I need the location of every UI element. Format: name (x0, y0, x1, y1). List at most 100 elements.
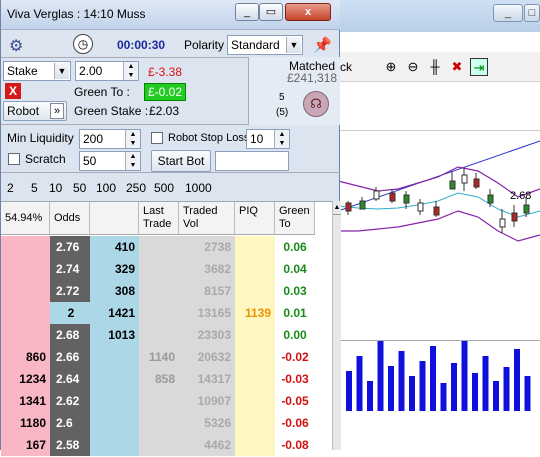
polarity-select[interactable]: Standard ▼ (227, 35, 303, 55)
menu-fragment: ck (340, 60, 352, 74)
stake-stepper[interactable]: ▲ ▼ (123, 62, 138, 80)
ladder-cell-lay[interactable] (1, 258, 50, 281)
ladder-cell-back[interactable]: 1013 (90, 324, 139, 347)
ladder-cell-back[interactable]: 410 (90, 236, 139, 259)
volume-bar (388, 366, 394, 411)
ladder-cell-back[interactable] (90, 346, 139, 369)
col-header-last[interactable]: Last Trade (139, 202, 179, 235)
matched-count: 5 (279, 92, 285, 103)
ladder-cell-traded: 4462 (179, 434, 235, 457)
candle-body (373, 190, 380, 200)
volume-bar (398, 351, 405, 411)
ladder-cell-lay[interactable]: 1180 (1, 412, 50, 435)
maximize-button[interactable]: ▭ (259, 3, 283, 21)
ladder-cell-lay[interactable]: 1341 (1, 390, 50, 413)
expand-icon[interactable]: » (50, 103, 64, 119)
ladder-cell-green: -0.08 (275, 434, 315, 457)
minimize-button[interactable]: _ (235, 3, 259, 21)
col-header-odds[interactable]: Odds (50, 202, 90, 235)
ladder-cell-back[interactable] (90, 390, 139, 413)
matched-sub: (5) (276, 107, 289, 118)
ladder-cell-odds: 2 (50, 302, 90, 325)
stop-loss-input[interactable]: 10 ▲ ▼ (246, 129, 290, 149)
ladder-cell-odds: 2.6 (50, 412, 90, 435)
stake-type-select[interactable]: Stake ▼ (3, 61, 71, 81)
ladder-cell-odds: 2.76 (50, 236, 90, 259)
close-button[interactable]: x (285, 3, 331, 21)
ladder-cell-traded: 20632 (179, 346, 235, 369)
stake-preset-10[interactable]: 10 (49, 181, 62, 195)
ladder-cell-piq (235, 390, 275, 413)
stake-preset-100[interactable]: 100 (96, 181, 116, 195)
ladder-cell-traded: 23303 (179, 324, 235, 347)
stake-preset-500[interactable]: 500 (154, 181, 174, 195)
col-header-back[interactable] (90, 202, 139, 235)
stake-preset-2[interactable]: 2 (7, 181, 14, 195)
stake-preset-50[interactable]: 50 (73, 181, 86, 195)
zoom-in-icon[interactable]: ⊕ (382, 58, 400, 76)
col-header-piq[interactable]: PIQ (235, 202, 275, 235)
col-header-traded[interactable]: Traded Vol (179, 202, 235, 235)
zoom-out-icon[interactable]: ⊖ (404, 58, 422, 76)
chart-window-titlebar: _ □ (338, 0, 540, 32)
ladder-cell-lay[interactable] (1, 324, 50, 347)
ladder-cell-last (139, 324, 179, 347)
col-header-green[interactable]: Green To (275, 202, 315, 235)
ladder-cell-back[interactable]: 308 (90, 280, 139, 303)
scroll-end-icon[interactable]: ⇥ (470, 58, 488, 76)
min-liquidity-input[interactable]: 200 ▲ ▼ (79, 129, 141, 149)
ladder-cell-lay[interactable]: 860 (1, 346, 50, 369)
ladder-cell-piq (235, 368, 275, 391)
ladder-cell-back[interactable]: 1421 (90, 302, 139, 325)
min-liquidity-value: 200 (83, 132, 104, 146)
settings-gear-icon[interactable]: ⚙ (9, 36, 23, 56)
ladder-cell-back[interactable]: 329 (90, 258, 139, 281)
ladder-cell-piq (235, 324, 275, 347)
ladder-scrollbar[interactable]: ▲ (332, 201, 341, 450)
ladder-cell-back[interactable] (90, 434, 139, 457)
stake-preset-5[interactable]: 5 (31, 181, 38, 195)
stake-value: 2.00 (79, 64, 103, 78)
candle-body (345, 202, 352, 212)
col-header-pct[interactable]: 54.94% (1, 202, 50, 235)
ladder-cell-lay[interactable] (1, 302, 50, 325)
scratch-value: 50 (83, 154, 97, 168)
min-liquidity-stepper[interactable]: ▲ ▼ (125, 130, 140, 148)
stake-preset-1000[interactable]: 1000 (185, 181, 212, 195)
chart-minimize-button[interactable]: _ (493, 4, 523, 22)
delete-icon[interactable]: ✖ (448, 58, 466, 76)
robot-button[interactable]: Robot » (3, 101, 67, 121)
green-to-value: £-0.02 (144, 83, 187, 101)
stake-preset-250[interactable]: 250 (126, 181, 146, 195)
ladder-cell-lay[interactable] (1, 280, 50, 303)
ladder-cell-green: -0.05 (275, 390, 315, 413)
price-chart-svg: 2.68 (337, 140, 540, 242)
ladder-cell-last (139, 434, 179, 457)
ladder-cell-traded: 14317 (179, 368, 235, 391)
ladder-cell-lay[interactable]: 1234 (1, 368, 50, 391)
ladder-cell-back[interactable] (90, 368, 139, 391)
close-position-button[interactable]: X (5, 83, 21, 99)
candle-body (403, 194, 410, 204)
ladder-cell-piq: 1139 (235, 302, 275, 325)
chart-maximize-button[interactable]: □ (524, 4, 540, 22)
pin-icon[interactable]: 📌 (313, 36, 332, 54)
ladder-grid: 54.94% Odds Last Trade Traded Vol PIQ Green T… (1, 201, 332, 457)
ladder-cell-last (139, 236, 179, 259)
scroll-up-icon[interactable]: ▲ (333, 201, 341, 215)
scratch-input[interactable]: 50 ▲ ▼ (79, 151, 141, 171)
ladder-cell-back[interactable] (90, 412, 139, 435)
start-bot-button[interactable]: Start Bot (151, 150, 211, 172)
stop-loss-checkbox[interactable] (151, 132, 163, 144)
crosshair-icon[interactable]: ╫ (426, 58, 444, 76)
ladder-cell-green: -0.03 (275, 368, 315, 391)
scratch-stepper[interactable]: ▲ ▼ (125, 152, 140, 170)
stake-input[interactable]: 2.00 ▲ ▼ (75, 61, 139, 81)
ladder-cell-lay[interactable] (1, 236, 50, 259)
ladder-cell-last: 1140 (139, 346, 179, 369)
ladder-cell-piq (235, 434, 275, 457)
ladder-cell-lay[interactable]: 167 (1, 434, 50, 457)
scratch-checkbox[interactable] (8, 153, 20, 165)
ladder-cell-piq (235, 280, 275, 303)
stop-loss-stepper[interactable]: ▲ ▼ (274, 130, 289, 148)
